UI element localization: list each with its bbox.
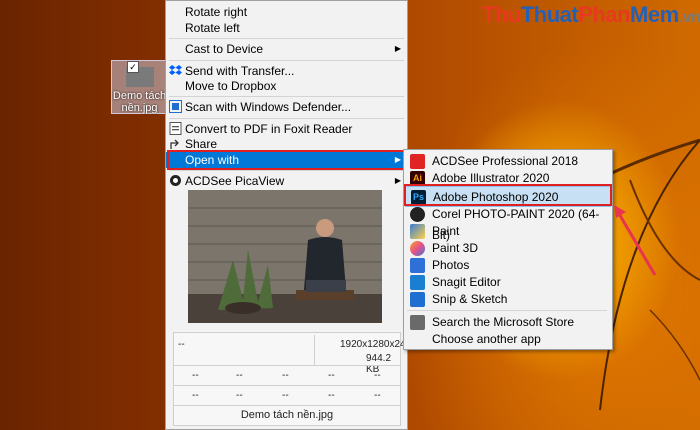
annotation-arrow bbox=[614, 205, 657, 276]
